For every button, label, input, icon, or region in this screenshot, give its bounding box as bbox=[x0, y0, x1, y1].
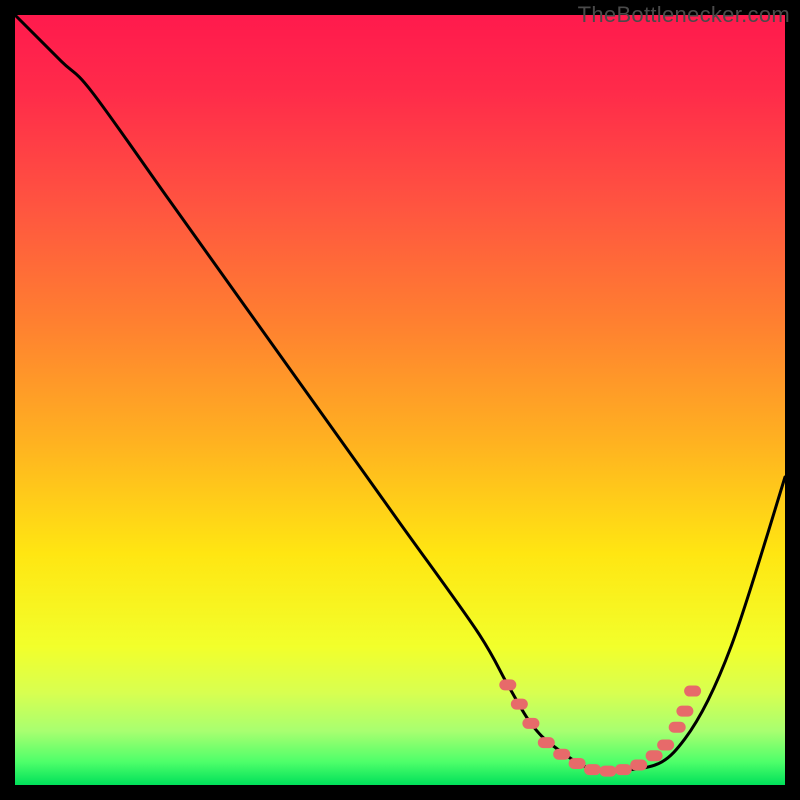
marker-dot bbox=[569, 758, 586, 769]
bottleneck-curve-path bbox=[15, 15, 785, 772]
watermark-text: TheBottlenecker.com bbox=[578, 2, 790, 28]
marker-dot bbox=[630, 759, 647, 770]
marker-dot bbox=[684, 686, 701, 697]
marker-dot bbox=[538, 737, 555, 748]
marker-dot bbox=[511, 699, 528, 710]
marker-dot bbox=[499, 679, 516, 690]
marker-dots bbox=[499, 679, 701, 776]
marker-dot bbox=[676, 706, 693, 717]
chart-svg bbox=[0, 0, 800, 800]
marker-dot bbox=[615, 764, 632, 775]
marker-dot bbox=[599, 766, 616, 777]
curve-line bbox=[15, 15, 785, 772]
chart-frame: TheBottlenecker.com bbox=[0, 0, 800, 800]
marker-dot bbox=[657, 739, 674, 750]
marker-dot bbox=[522, 718, 539, 729]
marker-dot bbox=[646, 750, 663, 761]
marker-dot bbox=[584, 764, 601, 775]
marker-dot bbox=[553, 749, 570, 760]
marker-dot bbox=[669, 722, 686, 733]
